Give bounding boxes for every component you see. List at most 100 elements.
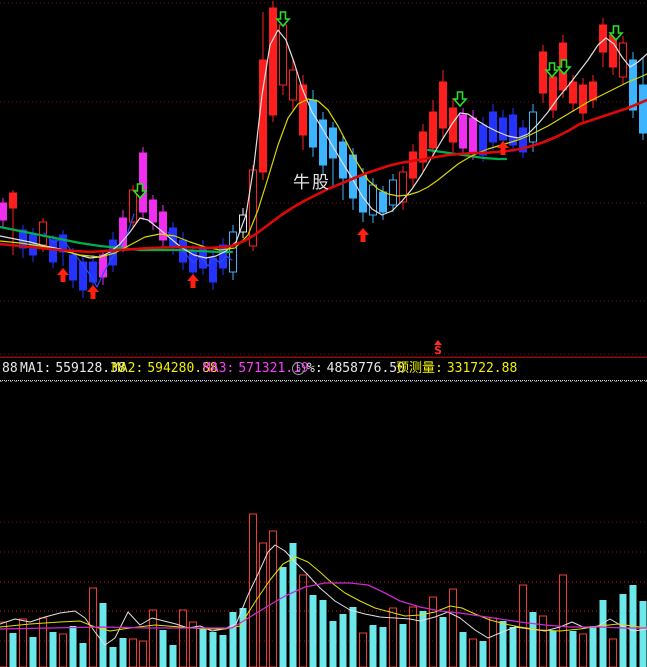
volume-bar: [20, 619, 27, 667]
candle-body: [620, 43, 627, 77]
sell-arrow-icon: [277, 12, 289, 26]
ma2-label: MA2:: [112, 361, 143, 376]
volume-bar: [260, 543, 267, 667]
volume-bar: [310, 595, 317, 667]
forecast-volume-value: 331722.88: [447, 361, 517, 376]
volume-bar: [340, 614, 347, 667]
volume-bar: [350, 607, 357, 667]
candle-body: [440, 82, 447, 128]
volume-bar: [100, 603, 107, 667]
percent-value: 4858776.50: [327, 361, 405, 376]
percent-label: %:: [307, 361, 323, 376]
volume-bar: [400, 624, 407, 667]
indicator-status-bar: 88 MA1:559128.38 MA2:594280.88 MA3:57132…: [0, 357, 647, 381]
candle-body: [580, 85, 587, 113]
volume-bar: [550, 631, 557, 667]
chart-canvas[interactable]: [0, 0, 647, 667]
candle-body: [270, 8, 277, 115]
volume-bar: [640, 601, 647, 667]
volume-bar: [160, 630, 167, 667]
volume-bar: [120, 638, 127, 667]
volume-bar: [40, 618, 47, 667]
volume-bar: [380, 627, 387, 667]
volume-bar: [500, 621, 507, 667]
status-left-fragment: 88: [2, 358, 18, 380]
buy-arrow-icon: [57, 268, 69, 282]
volume-bar: [110, 647, 117, 667]
volume-bar: [580, 634, 587, 667]
volume-bar: [280, 567, 287, 667]
candle-body: [390, 180, 397, 205]
volume-bar: [440, 617, 447, 667]
volume-bar: [610, 639, 617, 667]
volume-bar: [30, 637, 37, 667]
stock-chart-screen: 牛股 S 88 MA1:559128.38 MA2:594280.88 MA3:…: [0, 0, 647, 667]
candle-body: [470, 118, 477, 152]
volume-bar: [370, 625, 377, 667]
candle-body: [410, 152, 417, 178]
volume-bar: [460, 632, 467, 667]
volume-bar: [200, 628, 207, 667]
candle-body: [490, 112, 497, 142]
watermark-label: 牛股: [293, 168, 331, 193]
candle-body: [140, 153, 147, 212]
candle-body: [210, 258, 217, 282]
sell-arrow-icon: [454, 92, 466, 106]
volume-bar: [480, 641, 487, 667]
volume-bar: [390, 608, 397, 667]
candle-body: [630, 60, 637, 110]
ma2-readout: MA2:594280.88: [112, 358, 218, 380]
ma1-readout: MA1:559128.38: [20, 358, 126, 380]
candle-body: [640, 85, 647, 133]
volume-bar: [230, 612, 237, 667]
volume-bar: [130, 639, 137, 667]
volume-bar: [570, 631, 577, 667]
candle-body: [460, 115, 467, 148]
candle-body: [80, 262, 87, 290]
candle-body: [70, 255, 77, 280]
buy-arrow-icon: [187, 274, 199, 288]
volume-bar: [560, 575, 567, 667]
candle-body: [40, 222, 47, 245]
buy-arrow-icon: [357, 228, 369, 242]
forecast-volume-label: 预测量:: [396, 361, 443, 376]
volume-bar: [450, 589, 457, 667]
candle-body: [10, 193, 17, 208]
candle-body: [540, 52, 547, 93]
candle-body: [290, 70, 297, 100]
sell-signal-marker: S: [429, 340, 447, 356]
candle-body: [500, 118, 507, 140]
volume-bar: [320, 600, 327, 667]
volume-bar: [430, 597, 437, 667]
candle-body: [450, 108, 457, 142]
volume-bar: [530, 612, 537, 667]
volume-bar: [210, 632, 217, 667]
volume-bar: [140, 641, 147, 667]
percent-readout: 5%: 4858776.50: [292, 358, 405, 380]
candle-body: [0, 203, 7, 220]
volume-bar: [330, 621, 337, 667]
circle-5-icon: 5: [292, 362, 305, 375]
candle-body: [300, 85, 307, 135]
volume-bar: [510, 627, 517, 667]
volume-bar: [470, 639, 477, 667]
volume-bar: [70, 626, 77, 667]
volume-bar: [360, 633, 367, 667]
volume-bar: [600, 600, 607, 667]
candle-body: [430, 112, 437, 148]
candle-body: [150, 200, 157, 222]
sell-marker-letter: S: [429, 345, 447, 356]
candle-body: [570, 82, 577, 103]
forecast-volume-readout: 预测量: 331722.88: [396, 358, 517, 380]
ma3-label: MA3:: [203, 361, 234, 376]
volume-bar: [220, 635, 227, 667]
volume-bar: [590, 626, 597, 667]
volume-bar: [290, 543, 297, 667]
volume-bar: [180, 610, 187, 667]
volume-bar: [10, 633, 17, 667]
candle-body: [590, 82, 597, 100]
candle-body: [50, 240, 57, 262]
sell-arrow-icon: [546, 63, 558, 77]
volume-bar: [170, 645, 177, 667]
volume-bar: [270, 531, 277, 667]
